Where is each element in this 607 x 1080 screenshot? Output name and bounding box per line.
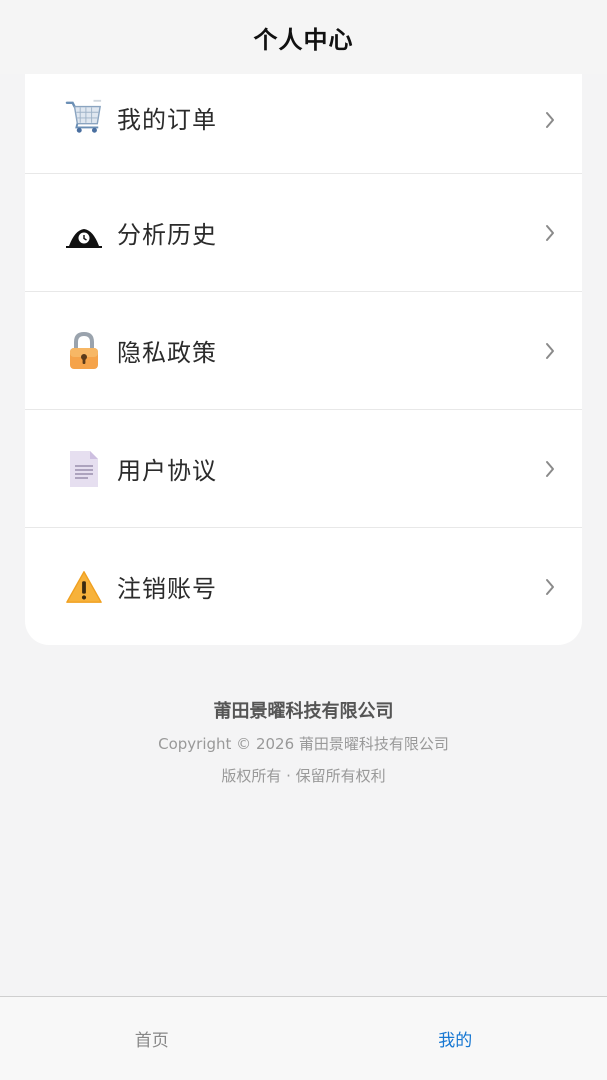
chevron-right-icon xyxy=(546,112,554,128)
shopping-cart-icon xyxy=(65,98,103,136)
tab-mine[interactable]: 我的 xyxy=(304,997,607,1080)
menu-item-label: 注销账号 xyxy=(117,575,217,603)
tab-label: 我的 xyxy=(438,1031,473,1051)
tab-home[interactable]: 首页 xyxy=(0,997,304,1080)
menu-item-label: 隐私政策 xyxy=(117,339,217,367)
bottom-tabbar: 首页 我的 xyxy=(0,996,607,1080)
chevron-right-icon xyxy=(546,460,554,477)
company-name: 莆田景曜科技有限公司 xyxy=(213,701,394,722)
menu-item-agreement[interactable]: 用户协议 xyxy=(25,410,582,528)
rights-text: 版权所有 · 保留所有权利 xyxy=(221,767,386,785)
company-footer: 莆田景曜科技有限公司 Copyright © 2026 莆田景曜科技有限公司 版… xyxy=(0,696,607,792)
top-navbar: 个人中心 xyxy=(0,0,607,74)
menu-item-label: 分析历史 xyxy=(117,221,217,249)
menu-item-delete-account[interactable]: 注销账号 xyxy=(25,528,582,645)
menu-item-privacy[interactable]: 隐私政策 xyxy=(25,292,582,410)
copyright-text: Copyright © 2026 莆田景曜科技有限公司 xyxy=(158,735,449,753)
menu-item-orders[interactable]: 我的订单 xyxy=(25,74,582,174)
tab-label: 首页 xyxy=(134,1031,169,1051)
history-icon xyxy=(65,214,103,252)
warning-icon xyxy=(65,568,103,606)
menu-item-label: 我的订单 xyxy=(117,106,217,134)
document-icon xyxy=(65,450,103,488)
chevron-right-icon xyxy=(546,224,554,241)
menu-item-history[interactable]: 分析历史 xyxy=(25,174,582,292)
menu-list: 我的订单 分析历史 隐私政策 用户协议 注销账号 xyxy=(25,74,582,645)
chevron-right-icon xyxy=(546,578,554,595)
lock-icon xyxy=(65,331,103,370)
menu-item-label: 用户协议 xyxy=(117,457,217,485)
page-title: 个人中心 xyxy=(253,25,354,54)
chevron-right-icon xyxy=(546,342,554,359)
